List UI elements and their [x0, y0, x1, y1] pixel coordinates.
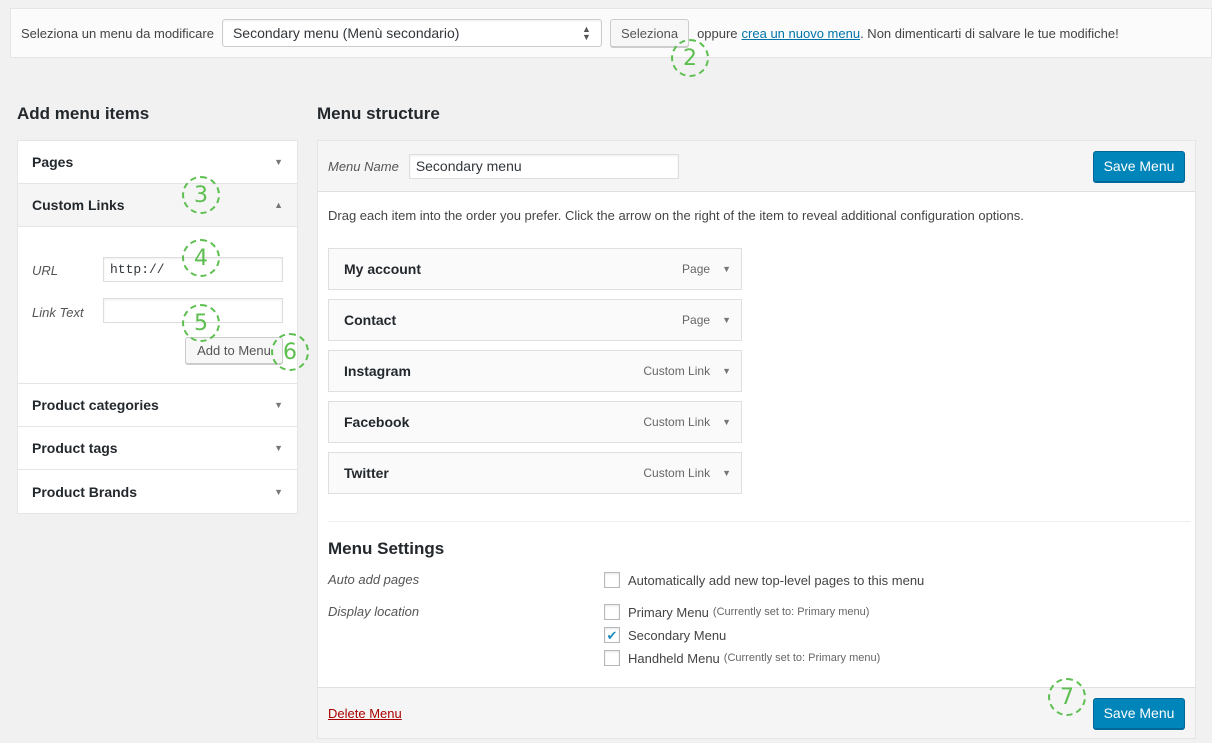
- select-arrows-icon: ▲ ▼: [582, 24, 591, 42]
- accordion-product-categories[interactable]: Product categories ▼: [18, 384, 297, 427]
- menu-structure-title: Menu structure: [317, 104, 440, 123]
- save-menu-button-top[interactable]: Save Menu: [1093, 150, 1185, 182]
- menu-item[interactable]: Twitter Custom Link ▼: [328, 452, 742, 494]
- expand-arrow-icon[interactable]: ▼: [722, 264, 731, 274]
- location-handheld[interactable]: Handheld Menu (Currently set to: Primary…: [604, 650, 880, 666]
- add-menu-items-title: Add menu items: [17, 104, 150, 123]
- display-location-label: Display location: [328, 604, 420, 619]
- save-menu-button-bottom[interactable]: Save Menu: [1093, 697, 1185, 729]
- menu-select-label: Seleziona un menu da modificare: [21, 25, 214, 41]
- accordion-product-tags[interactable]: Product tags ▼: [18, 427, 297, 470]
- auto-add-option[interactable]: Automatically add new top-level pages to…: [604, 572, 924, 588]
- menu-footer: Delete Menu Save Menu: [318, 687, 1195, 738]
- menu-item-label: Twitter: [344, 465, 389, 481]
- handheld-menu-note: (Currently set to: Primary menu): [723, 652, 881, 664]
- primary-menu-checkbox[interactable]: [604, 604, 620, 620]
- accordion-product-tags-label: Product tags: [32, 440, 118, 456]
- accordion-product-brands[interactable]: Product Brands ▼: [18, 470, 297, 513]
- menu-item-type: Page: [682, 262, 711, 276]
- menu-structure-panel: Menu Name Save Menu Drag each item into …: [317, 140, 1196, 739]
- or-text: oppure: [697, 25, 738, 41]
- menu-item[interactable]: Contact Page ▼: [328, 299, 742, 341]
- custom-links-body: URL Link Text Add to Menu: [18, 227, 297, 384]
- caret-down-icon: ▼: [274, 157, 283, 167]
- menu-item[interactable]: Instagram Custom Link ▼: [328, 350, 742, 392]
- accordion-product-brands-label: Product Brands: [32, 483, 138, 500]
- menu-name-header: Menu Name Save Menu: [318, 141, 1195, 192]
- expand-arrow-icon[interactable]: ▼: [722, 315, 731, 325]
- auto-add-checkbox[interactable]: [604, 572, 620, 588]
- expand-arrow-icon[interactable]: ▼: [722, 417, 731, 427]
- menu-item-label: Contact: [344, 312, 397, 328]
- delete-menu-link[interactable]: Delete Menu: [328, 706, 402, 721]
- add-to-menu-button[interactable]: Add to Menu: [185, 337, 283, 364]
- auto-add-label: Auto add pages: [328, 572, 420, 587]
- menu-name-label: Menu Name: [328, 158, 399, 174]
- save-reminder-text: . Non dimenticarti di salvare le tue mod…: [860, 25, 1119, 41]
- primary-menu-note: (Currently set to: Primary menu): [712, 606, 870, 618]
- menu-select-dropdown[interactable]: Secondary menu (Menù secondario) ▲ ▼: [221, 19, 602, 47]
- handheld-menu-checkbox[interactable]: [604, 650, 620, 666]
- location-primary[interactable]: Primary Menu (Currently set to: Primary …: [604, 604, 869, 620]
- menu-item-type: Custom Link: [643, 466, 711, 480]
- menu-item[interactable]: My account Page ▼: [328, 248, 742, 290]
- menu-item-label: Instagram: [344, 363, 411, 379]
- select-menu-button[interactable]: Seleziona: [609, 19, 690, 47]
- handheld-menu-label: Handheld Menu: [628, 650, 720, 666]
- menu-item-label: Facebook: [344, 414, 410, 430]
- menu-item-label: My account: [344, 261, 422, 277]
- accordion-custom-links-label: Custom Links: [32, 197, 125, 213]
- menu-settings-title: Menu Settings: [328, 539, 445, 558]
- accordion-pages-label: Pages: [32, 154, 74, 170]
- create-menu-link[interactable]: crea un nuovo menu: [742, 26, 861, 41]
- auto-add-option-label: Automatically add new top-level pages to…: [628, 572, 925, 588]
- menu-item-type: Page: [682, 313, 711, 327]
- caret-down-icon: ▼: [274, 400, 283, 410]
- accordion-pages[interactable]: Pages ▼: [18, 141, 297, 184]
- caret-down-icon: ▼: [274, 486, 283, 497]
- checkmark-icon: ✔: [606, 627, 618, 643]
- link-text-label: Link Text: [32, 305, 84, 320]
- caret-up-icon: ▲: [274, 200, 283, 210]
- expand-arrow-icon[interactable]: ▼: [722, 468, 731, 478]
- menu-name-input[interactable]: [408, 153, 679, 179]
- menu-select-bar: Seleziona un menu da modificare Secondar…: [10, 8, 1212, 58]
- expand-arrow-icon[interactable]: ▼: [722, 366, 731, 376]
- menu-select-value: Secondary menu (Menù secondario): [232, 25, 460, 41]
- drag-instructions: Drag each item into the order you prefer…: [328, 208, 1024, 223]
- link-text-input[interactable]: [103, 298, 283, 323]
- location-secondary[interactable]: ✔ Secondary Menu: [604, 627, 726, 643]
- secondary-menu-label: Secondary Menu: [628, 627, 727, 643]
- menu-item-type: Custom Link: [643, 364, 711, 378]
- secondary-menu-checkbox[interactable]: ✔: [604, 627, 620, 643]
- caret-down-icon: ▼: [274, 443, 283, 453]
- primary-menu-label: Primary Menu: [628, 604, 709, 620]
- url-input[interactable]: [103, 257, 283, 282]
- menu-item[interactable]: Facebook Custom Link ▼: [328, 401, 742, 443]
- accordion-custom-links[interactable]: Custom Links ▲: [18, 184, 297, 227]
- accordion-product-categories-label: Product categories: [32, 397, 159, 413]
- url-label: URL: [32, 263, 59, 278]
- settings-divider: [328, 521, 1191, 522]
- add-menu-items-panel: Pages ▼ Custom Links ▲ URL Link Text Add…: [17, 140, 298, 514]
- menu-item-type: Custom Link: [643, 415, 711, 429]
